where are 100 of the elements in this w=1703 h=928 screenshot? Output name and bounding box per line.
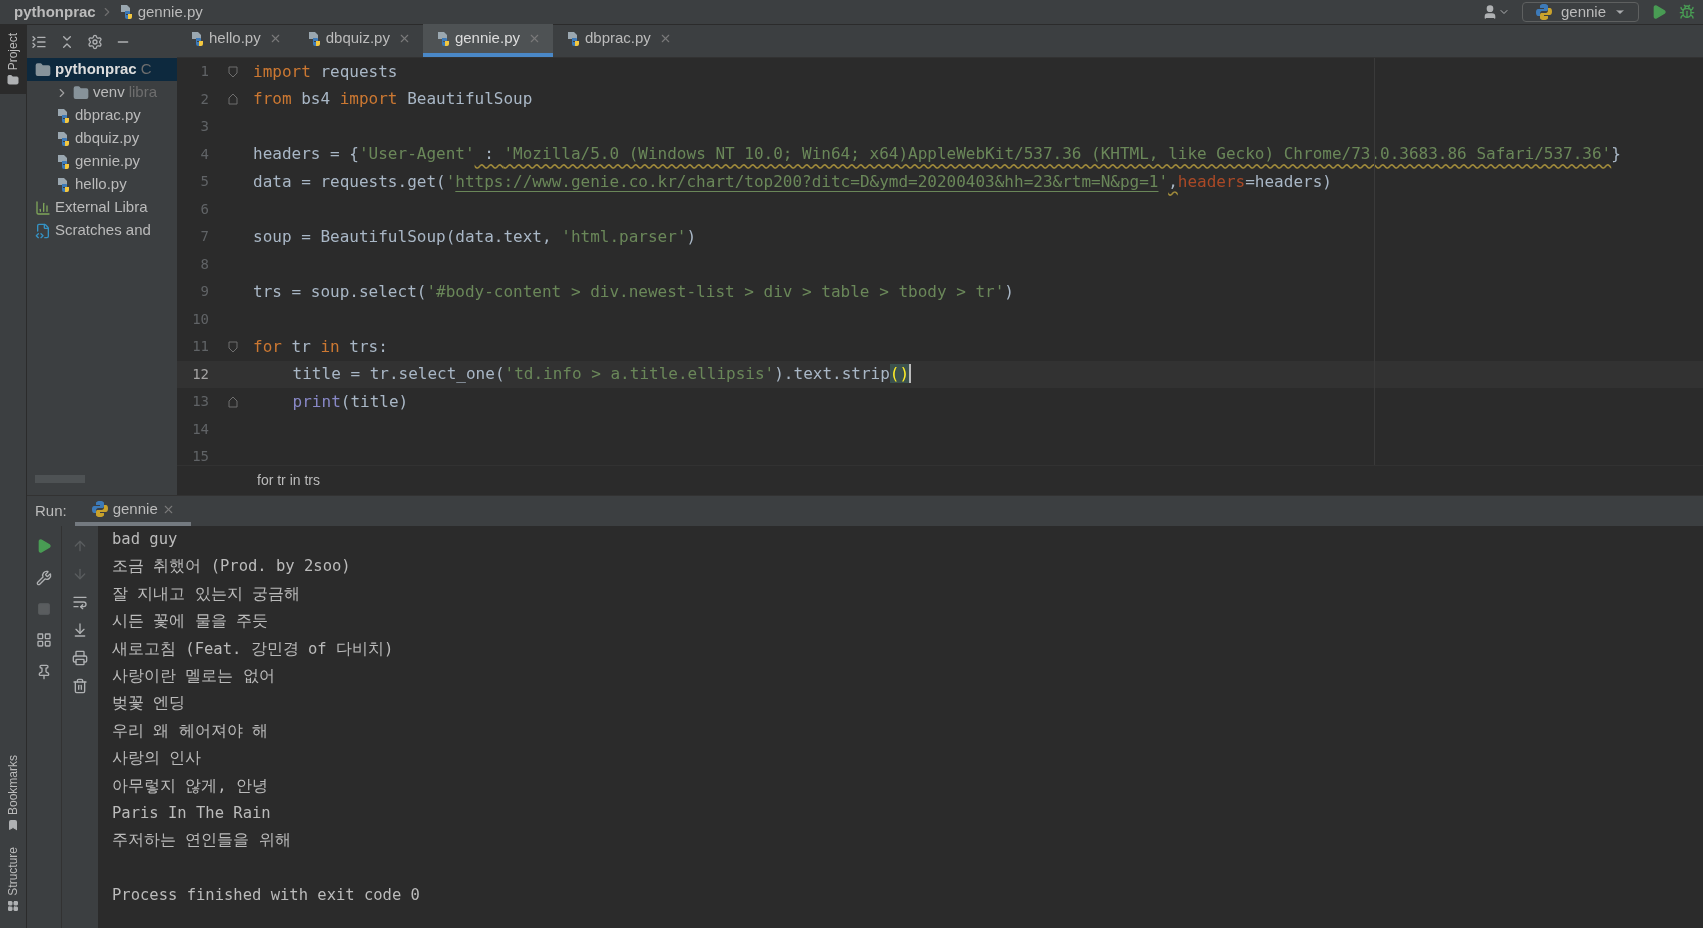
tree-item[interactable]: pythonprac C: [27, 58, 177, 81]
line-number: 10: [191, 309, 210, 329]
output-line: 사랑이란 멜로는 없어: [112, 666, 275, 687]
editor-tab[interactable]: dbprac.py: [553, 24, 684, 57]
print-icon[interactable]: [72, 650, 88, 666]
settings-icon[interactable]: [87, 33, 103, 50]
soft-wrap-icon[interactable]: [72, 594, 88, 610]
code-line: title = tr.select_one('td.info > a.title.ellipsis').text.strip(): [291, 363, 912, 386]
output-line: 주저하는 연인들을 위해: [112, 830, 291, 852]
line-number: 5: [199, 172, 210, 192]
code-line: from bs4 import BeautifulSoup: [252, 88, 533, 111]
python-file-icon: [565, 30, 581, 47]
side-tab[interactable]: Structure: [0, 839, 26, 920]
stop-icon[interactable]: [37, 602, 51, 616]
code-line: for tr in trs:: [252, 335, 388, 358]
line-number: 12: [191, 364, 210, 384]
line-number: 6: [199, 199, 210, 219]
fold-start-icon[interactable]: [228, 65, 238, 78]
tree-item-label: dbprac.py: [75, 105, 141, 126]
output-line: Paris In The Rain: [112, 802, 271, 824]
editor-tab[interactable]: gennie.py: [422, 24, 553, 57]
tree-item[interactable]: dbprac.py: [27, 104, 177, 127]
breadcrumb-item[interactable]: gennie.py: [137, 0, 203, 24]
python-icon: [90, 500, 109, 518]
tree-item-label: External Libra: [55, 197, 148, 218]
python-icon: [1534, 3, 1553, 21]
trash-icon[interactable]: [72, 678, 88, 694]
python-file-icon: [189, 30, 205, 47]
python-file-icon: [55, 107, 71, 124]
tree-item-label: hello.py: [75, 174, 127, 195]
layout-icon[interactable]: [36, 632, 52, 648]
scroll-to-end-icon[interactable]: [72, 622, 88, 638]
line-number: 1: [199, 62, 210, 82]
debug-icon[interactable]: [1679, 4, 1695, 20]
code-line: soup = BeautifulSoup(data.text, 'html.parser'): [252, 225, 697, 248]
tree-item[interactable]: dbquiz.py: [27, 127, 177, 150]
run-icon[interactable]: [1651, 4, 1667, 20]
close-icon[interactable]: [528, 32, 541, 45]
python-file-icon: [55, 176, 71, 193]
output-line: 잘 지내고 있는지 궁금해: [112, 583, 300, 605]
tree-item[interactable]: gennie.py: [27, 150, 177, 173]
tree-item[interactable]: hello.py: [27, 173, 177, 196]
bookmark-icon: [7, 819, 19, 832]
output-line: 시든 꽃에 물을 주듯: [112, 611, 268, 633]
breadcrumb-context[interactable]: for tr in trs: [257, 470, 320, 491]
rerun-icon[interactable]: [36, 538, 52, 554]
line-number: 11: [191, 337, 210, 357]
python-file-icon: [55, 130, 71, 147]
line-number: 9: [199, 282, 210, 302]
python-file-icon: [55, 153, 71, 170]
breadcrumb-item[interactable]: pythonprac: [14, 0, 96, 24]
tree-item[interactable]: External Libra: [27, 196, 177, 219]
fold-end-icon[interactable]: [228, 93, 238, 106]
folder-icon: [7, 74, 19, 87]
scratch-icon: [35, 222, 51, 239]
output-line: 새로고침 (Feat. 강민경 of 다비치): [112, 638, 394, 660]
output-line: bad guy: [112, 529, 178, 551]
tab-label: gennie.py: [454, 28, 520, 49]
side-tab[interactable]: Project: [0, 25, 26, 95]
code-line: data = requests.get('https://www.genie.co.kr/chart/top200?ditc=D&ymd=20200403&hh=23&rtm=N&pg=1',headers=headers): [252, 170, 1332, 193]
output-line: 아무렇지 않게, 안녕: [112, 775, 268, 797]
line-number: 15: [191, 447, 210, 465]
output-line: 우리 왜 헤어져야 해: [112, 720, 268, 742]
pin-icon[interactable]: [36, 664, 52, 680]
editor-tab[interactable]: hello.py: [177, 24, 294, 57]
run-config-dropdown[interactable]: gennie: [1521, 2, 1639, 22]
line-number: 7: [199, 227, 210, 247]
tab-label: dbprac.py: [585, 28, 651, 49]
fold-start-icon[interactable]: [228, 340, 238, 353]
wrench-icon[interactable]: [36, 570, 52, 586]
output-line: 사랑의 인사: [112, 748, 202, 770]
library-icon: [35, 199, 51, 216]
tree-item[interactable]: Scratches and: [27, 219, 177, 242]
code-line: import requests: [252, 60, 398, 83]
output-line: 조금 취했어 (Prod. by 2soo): [112, 556, 351, 578]
folder-icon: [73, 84, 89, 101]
line-number: 13: [191, 392, 210, 412]
line-number: 8: [199, 254, 210, 274]
folder-icon[interactable]: [35, 61, 51, 78]
code-line: headers = {'User-Agent' : 'Mozilla/5.0 (Windows NT 10.0; Win64; x64)AppleWebKit/537.36 (KHTML, like Gecko) Chrome/73.0.3683.86 Safari/537.36'}: [252, 143, 1621, 166]
line-number: 14: [191, 419, 210, 439]
expand-icon[interactable]: [31, 33, 47, 50]
line-number: 2: [199, 89, 210, 109]
line-number: 4: [199, 144, 210, 164]
exit-message: Process finished with exit code 0: [112, 885, 420, 907]
editor-tab[interactable]: dbquiz.py: [293, 24, 423, 57]
tree-item-label: Scratches and: [55, 220, 151, 241]
tree-item-label: dbquiz.py: [75, 128, 140, 149]
structure-icon: [7, 900, 19, 912]
line-number: 3: [199, 117, 210, 137]
output-line: 벚꽃 엔딩: [112, 693, 186, 715]
tree-item-label: pythonprac: [55, 59, 137, 80]
code-line: print(title): [291, 390, 409, 413]
side-tab[interactable]: Bookmarks: [0, 747, 26, 840]
fold-end-icon[interactable]: [228, 395, 238, 408]
tree-item-hint: C: [140, 59, 152, 80]
tab-label: dbquiz.py: [325, 28, 390, 49]
tab-label: hello.py: [209, 28, 261, 49]
tree-item-label: venv: [93, 82, 125, 103]
tree-item-label: gennie.py: [75, 151, 141, 172]
